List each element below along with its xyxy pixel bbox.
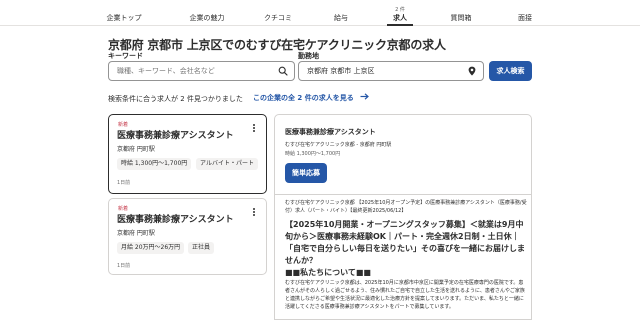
new-tag: 新着: [118, 122, 129, 128]
more-options-icon[interactable]: [251, 123, 257, 135]
keyword-placeholder: 職種、キーワード、会社名など: [117, 67, 215, 75]
location-label: 勤務地: [298, 52, 319, 60]
detail-body: むすび在宅ケアクリニック京都は、2025年10月に京都市中京区に開業予定の在宅医…: [285, 280, 525, 310]
job-title[interactable]: 医療事務兼診療アシスタント: [117, 128, 234, 141]
salary-chip: 時給 1,300円～1,700円: [117, 158, 192, 170]
nav-active-underline: [387, 24, 413, 26]
top-nav: 企業トップ 企業の魅力 クチコミ 給与 2 件 求人 質問箱 面接: [0, 0, 640, 26]
nav-salary[interactable]: 給与: [334, 13, 348, 23]
nav-jobs-count-badge: 2 件: [395, 7, 405, 13]
detail-job-title: 医療事務兼診療アシスタント: [285, 128, 376, 136]
more-options-icon[interactable]: [251, 207, 257, 219]
job-location: 京都府 円町駅: [117, 230, 155, 237]
detail-salary: 時給 1,300円～1,700円: [285, 151, 341, 157]
nav-interview[interactable]: 面接: [518, 13, 532, 23]
keyword-label: キーワード: [108, 52, 143, 60]
detail-company: むすび在宅ケアクリニック京都 - 京都府 円町駅: [285, 142, 392, 148]
detail-headline: 【2025年10月開業・オープニングスタッフ募集】＜就業は9月中旬から＞医療事務…: [285, 220, 525, 265]
job-card[interactable]: 新着 医療事務兼診療アシスタント 京都府 円町駅 月給 20万円～26万円 正社…: [108, 198, 267, 275]
all-jobs-link-label: この企業の全 2 件の求人を見る: [253, 94, 354, 102]
detail-meta: むすび在宅ケアクリニック京都 【2025年10月オープン予定】の医療事務兼診療ア…: [285, 200, 527, 214]
job-title[interactable]: 医療事務兼診療アシスタント: [117, 212, 234, 225]
all-jobs-link[interactable]: この企業の全 2 件の求人を見る: [253, 93, 370, 103]
nav-company-top[interactable]: 企業トップ: [107, 13, 142, 23]
detail-divider: [275, 194, 531, 195]
job-search-button[interactable]: 求人検索: [489, 61, 532, 81]
detail-section-heading: ■■私たちについて■■: [285, 268, 371, 277]
easy-apply-button[interactable]: 簡単応募: [285, 163, 327, 183]
salary-chip: 月給 20万円～26万円: [117, 242, 185, 254]
arrow-right-icon: [360, 93, 370, 100]
nav-questions[interactable]: 質問箱: [451, 13, 472, 23]
keyword-input[interactable]: 職種、キーワード、会社名など: [108, 61, 295, 81]
job-detail-pane: 医療事務兼診療アシスタント むすび在宅ケアクリニック京都 - 京都府 円町駅 時…: [274, 114, 532, 320]
posted-date: 1日前: [117, 263, 131, 269]
job-location: 京都府 円町駅: [117, 146, 155, 153]
location-input[interactable]: 京都府 京都市 上京区: [298, 61, 484, 81]
nav-jobs[interactable]: 求人: [393, 13, 407, 23]
result-count-text: 検索条件に合う求人が 2 件見つかりました: [108, 95, 243, 103]
nav-reviews[interactable]: クチコミ: [264, 13, 292, 23]
search-icon: [278, 66, 288, 76]
location-value: 京都府 京都市 上京区: [307, 67, 375, 75]
location-pin-icon: [468, 66, 476, 76]
posted-date: 1日前: [117, 180, 131, 186]
new-tag: 新着: [118, 206, 129, 212]
job-card[interactable]: 新着 医療事務兼診療アシスタント 京都府 円町駅 時給 1,300円～1,700…: [108, 114, 267, 194]
employment-type-chip: アルバイト・パート: [196, 158, 258, 170]
page-title: 京都府 京都市 上京区でのむすび在宅ケアクリニック京都の求人: [108, 38, 446, 52]
nav-company-appeal[interactable]: 企業の魅力: [190, 13, 225, 23]
employment-type-chip: 正社員: [188, 242, 215, 254]
